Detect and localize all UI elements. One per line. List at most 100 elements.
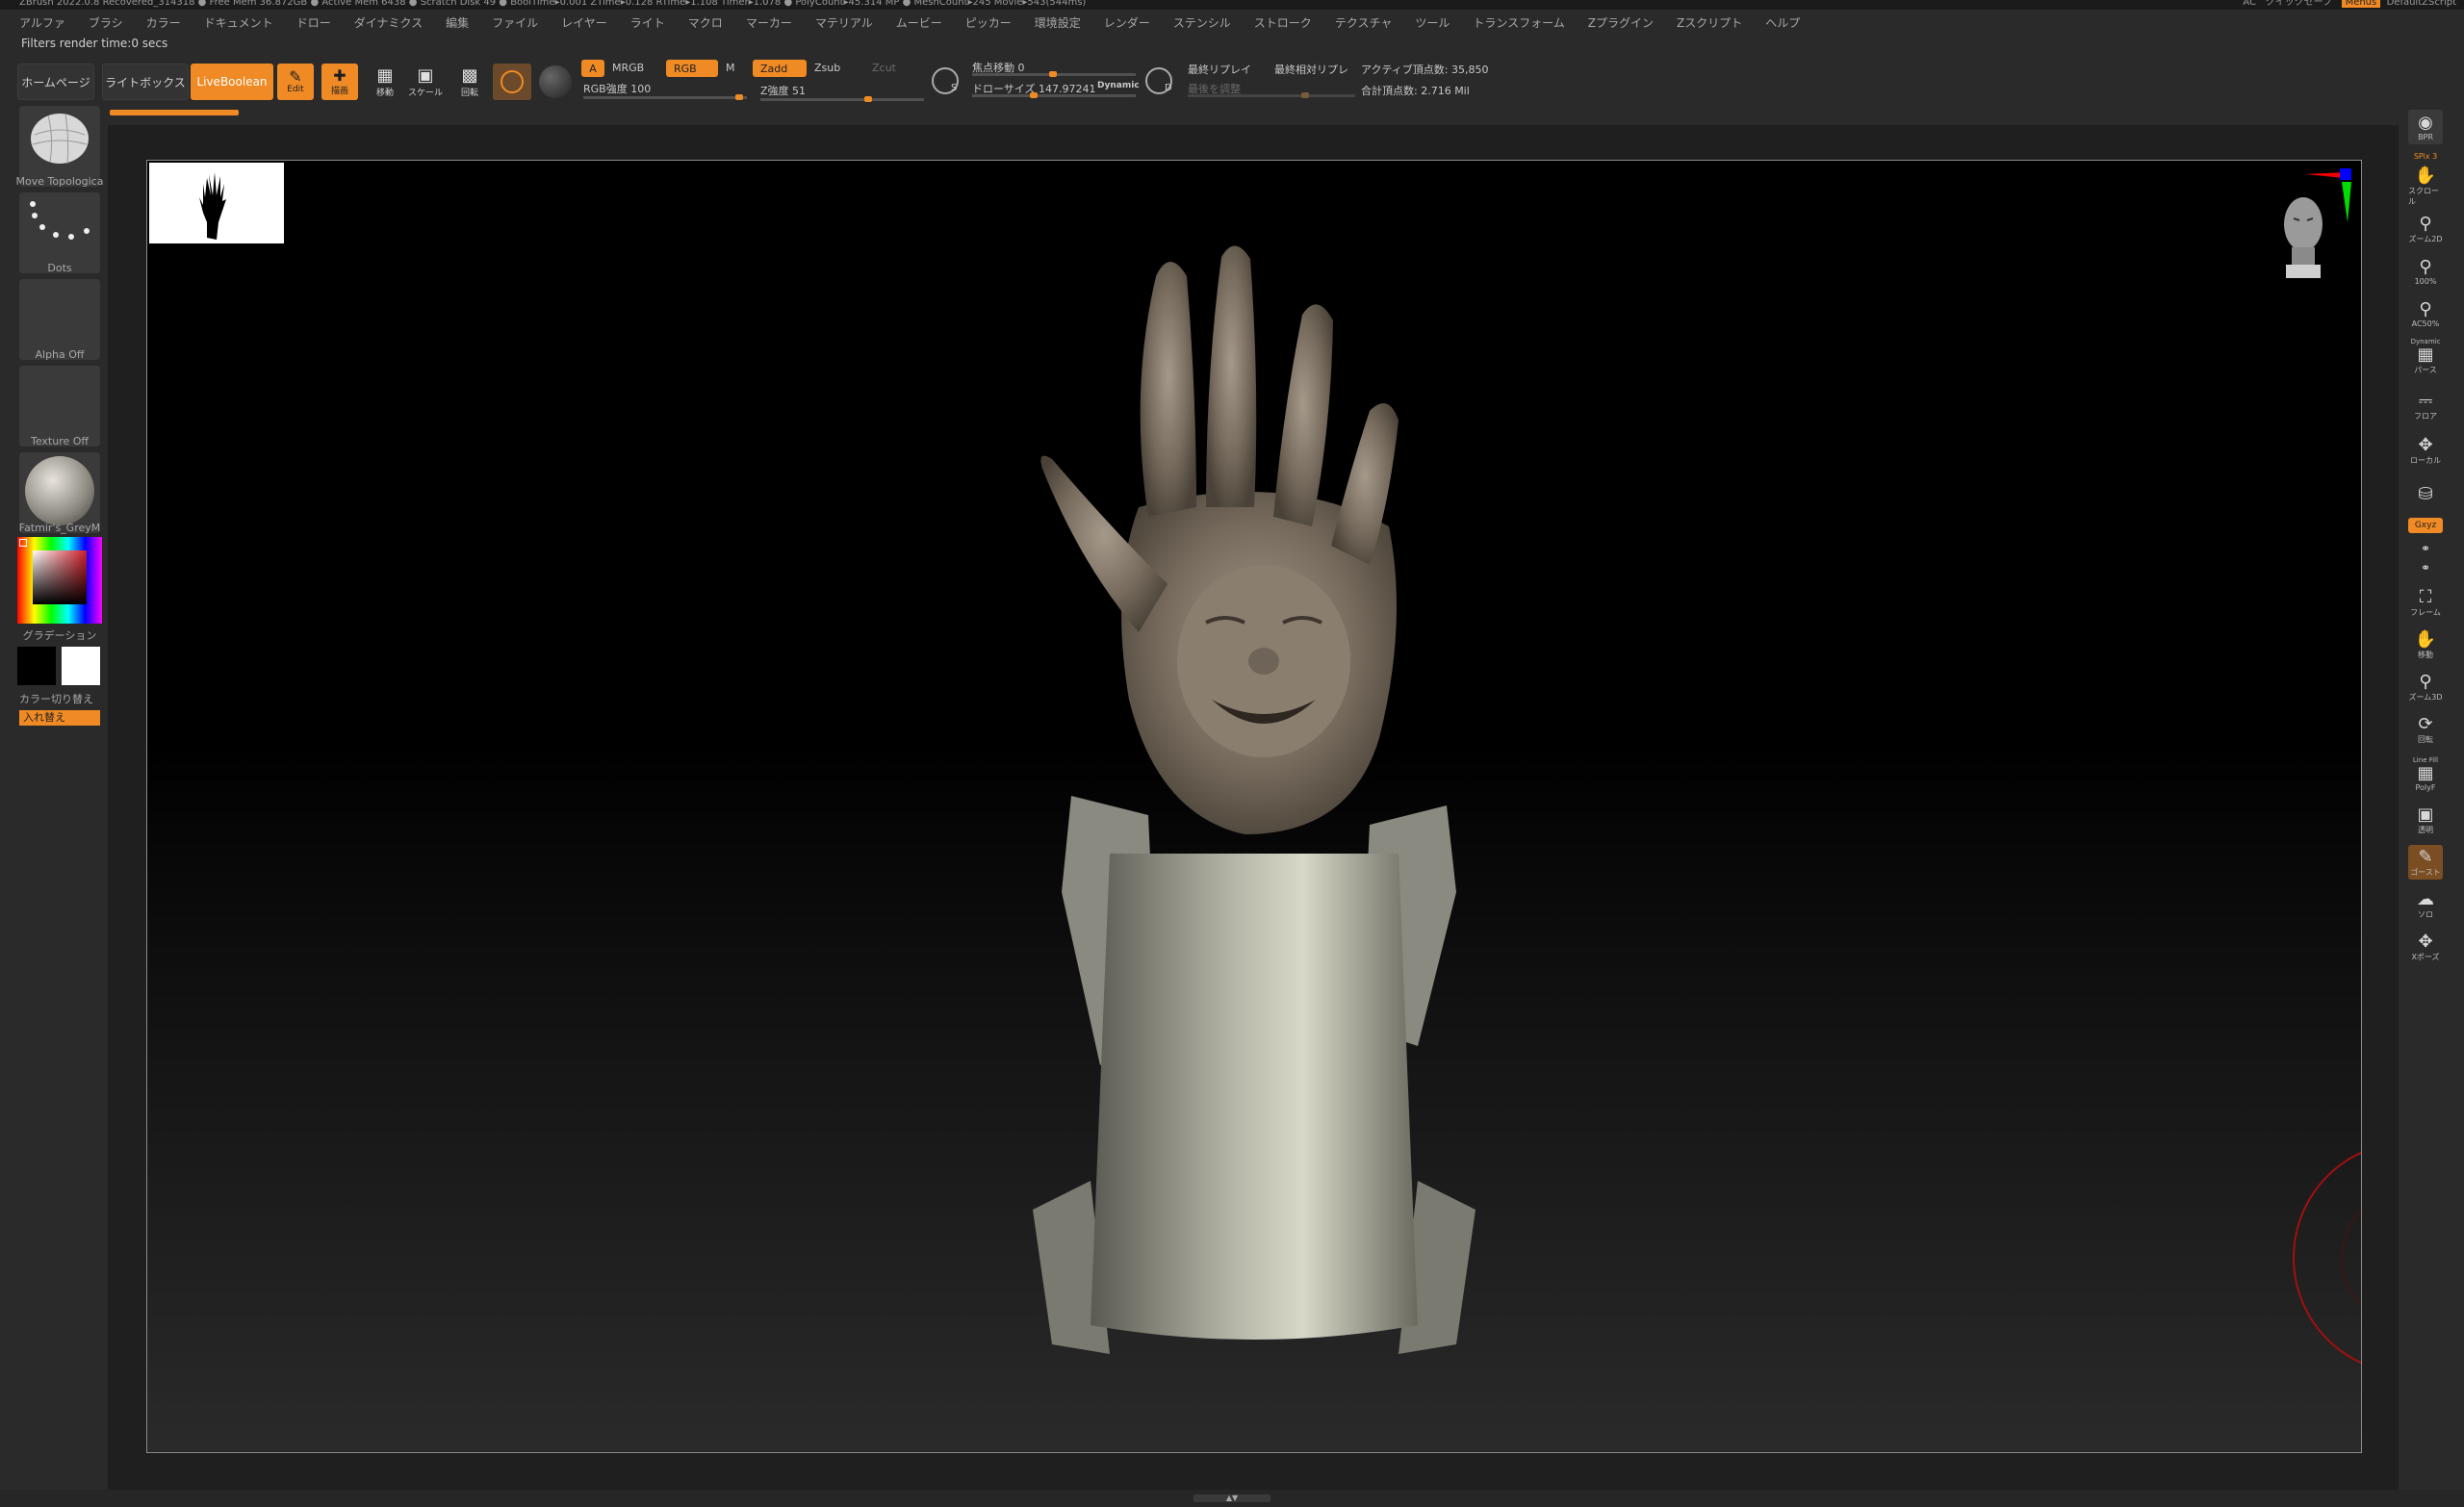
move-view-button[interactable]: ✋ 移動: [2408, 627, 2443, 662]
color-square[interactable]: [33, 550, 87, 604]
menu-zscript[interactable]: Zスクリプト: [1677, 12, 1742, 35]
menu-draw[interactable]: ドロー: [296, 12, 331, 35]
adjust-last-slider[interactable]: [1188, 94, 1355, 97]
menu-light[interactable]: ライト: [630, 12, 665, 35]
rotate-button[interactable]: ▩ 回転: [452, 64, 487, 100]
material-label: Fatmir's_GreyM: [18, 522, 101, 534]
z-intensity-knob[interactable]: [864, 96, 872, 102]
menu-stencil[interactable]: ステンシル: [1173, 12, 1231, 35]
xyz-symmetry-button[interactable]: Gxyz: [2408, 518, 2443, 533]
scroll-button[interactable]: ✋ スクロール: [2408, 166, 2443, 207]
rotate-view-button[interactable]: ⟳ 回転: [2408, 712, 2443, 747]
brush-cursor: [2293, 1151, 2361, 1365]
zadd-toggle[interactable]: Zadd: [753, 60, 807, 77]
menu-edit[interactable]: 編集: [446, 12, 469, 35]
menu-brush[interactable]: ブラシ: [89, 12, 123, 35]
filter-render-status: Filters render time:0 secs: [21, 37, 168, 50]
dynamic-toggle[interactable]: Dynamic: [1097, 81, 1140, 90]
menu-transform[interactable]: トランスフォーム: [1473, 12, 1564, 35]
replay-last-button[interactable]: 最終リプレイ: [1188, 62, 1251, 77]
menu-tool[interactable]: ツール: [1415, 12, 1450, 35]
draw-size-slider[interactable]: [972, 94, 1136, 97]
local-button[interactable]: ✥ ローカル: [2408, 433, 2443, 468]
transparent-label: 透明: [2418, 825, 2433, 834]
draw-size-knob[interactable]: [1030, 92, 1038, 98]
ac50-button[interactable]: ⚲ AC50%: [2408, 296, 2443, 331]
polyf-button[interactable]: Line Fill ▦ PolyF: [2408, 756, 2443, 792]
zoom2d-button[interactable]: ⚲ ズーム2D: [2408, 212, 2443, 246]
bpr-icon: ◉: [2418, 112, 2433, 133]
menu-stroke[interactable]: ストローク: [1254, 12, 1312, 35]
sculpt-model[interactable]: [917, 199, 1591, 1392]
menu-texture[interactable]: テクスチャ: [1335, 12, 1393, 35]
floor-label: フロア: [2414, 411, 2437, 421]
ghost-button[interactable]: ✎ ゴースト: [2408, 845, 2443, 880]
zoom3d-button[interactable]: ⚲ ズーム3D: [2408, 670, 2443, 704]
menu-alpha[interactable]: アルファ: [19, 12, 65, 35]
z-intensity-slider[interactable]: [760, 98, 924, 101]
home-page-button[interactable]: ホームページ: [17, 64, 94, 100]
sphere-mode-button[interactable]: [493, 64, 531, 100]
mrgb-toggle[interactable]: MRGB: [612, 62, 644, 74]
edit-button[interactable]: ✎ Edit: [277, 64, 314, 100]
menu-marker[interactable]: マーカー: [746, 12, 792, 35]
switch-color-label[interactable]: カラー切り替え: [19, 691, 108, 706]
menus-button[interactable]: Menus: [2341, 0, 2381, 8]
adjust-last-knob[interactable]: [1301, 92, 1309, 98]
secondary-color-swatch[interactable]: [17, 647, 56, 685]
actual-size-button[interactable]: ⚲ 100%: [2408, 254, 2443, 289]
ac-button[interactable]: AC: [2243, 0, 2256, 8]
focal-shift-knob[interactable]: [1049, 71, 1057, 77]
liveboolean-button[interactable]: LiveBoolean: [191, 64, 273, 100]
zsub-toggle[interactable]: Zsub: [814, 62, 840, 74]
transparent-button[interactable]: ▣ 透明: [2408, 803, 2443, 837]
xpose-button[interactable]: ✥ Xポーズ: [2408, 930, 2443, 964]
menu-help[interactable]: ヘルプ: [1765, 12, 1800, 35]
rgb-toggle[interactable]: RGB: [666, 60, 718, 77]
menu-macro[interactable]: マクロ: [688, 12, 723, 35]
m-toggle[interactable]: M: [726, 62, 735, 74]
perspective-icon: ▦: [2417, 344, 2434, 365]
primary-color-swatch[interactable]: [62, 647, 100, 685]
bpr-button[interactable]: ◉ BPR: [2408, 110, 2443, 144]
a-toggle[interactable]: A: [581, 60, 604, 77]
menu-render[interactable]: レンダー: [1104, 12, 1150, 35]
color-picker[interactable]: [17, 537, 102, 624]
menu-color[interactable]: カラー: [146, 12, 181, 35]
floor-button[interactable]: ⎓ フロア: [2408, 389, 2443, 423]
total-points-count: 合計頂点数: 2.716 Mil: [1361, 85, 1470, 97]
menu-preferences[interactable]: 環境設定: [1035, 12, 1081, 35]
solo-button[interactable]: ☁ ソロ: [2408, 887, 2443, 922]
rotation-axis-group[interactable]: ⚭ ⚭: [2408, 539, 2443, 577]
menu-material[interactable]: マテリアル: [815, 12, 873, 35]
lightbox-button[interactable]: ライトボックス: [102, 64, 189, 100]
replay-last-relative-button[interactable]: 最終相対リプレ: [1274, 62, 1348, 77]
menu-picker[interactable]: ピッカー: [965, 12, 1012, 35]
scale-button[interactable]: ▣ スケール: [408, 64, 443, 100]
menu-document[interactable]: ドキュメント: [204, 12, 273, 35]
bottom-shelf-handle-icon[interactable]: ▲▼: [1194, 1494, 1270, 1502]
default-zscript-button[interactable]: DefaultZScript: [2387, 0, 2456, 8]
quicksave-button[interactable]: クイックセーブ: [2266, 0, 2332, 8]
gyro-icon[interactable]: [539, 65, 572, 98]
viewport-canvas[interactable]: [146, 160, 2362, 1453]
rgb-intensity-slider[interactable]: [583, 96, 747, 99]
swap-color-button[interactable]: 入れ替え: [19, 710, 100, 726]
spix-control[interactable]: SPix 3: [2408, 148, 2443, 164]
rgb-intensity-knob[interactable]: [735, 94, 743, 100]
gradient-label[interactable]: グラデーション: [15, 627, 104, 643]
xpose-label: Xポーズ: [2411, 952, 2440, 961]
navigator-thumbnail[interactable]: [149, 163, 284, 243]
draw-button[interactable]: ✚ 描画: [321, 64, 358, 100]
menu-file[interactable]: ファイル: [492, 12, 538, 35]
zcut-toggle[interactable]: Zcut: [872, 62, 896, 74]
move-button[interactable]: ▦ 移動: [368, 64, 402, 100]
menu-layer[interactable]: レイヤー: [561, 12, 607, 35]
menu-movie[interactable]: ムービー: [896, 12, 942, 35]
frame-button[interactable]: ⛶ フレーム: [2408, 585, 2443, 620]
z-intensity-value: 51: [792, 85, 807, 97]
perspective-button[interactable]: Dynamic ▦ パース: [2408, 338, 2443, 374]
lock-button[interactable]: ⛁: [2408, 477, 2443, 512]
menu-zplugin[interactable]: Zプラグイン: [1588, 12, 1654, 35]
menu-dynamics[interactable]: ダイナミクス: [354, 12, 423, 35]
